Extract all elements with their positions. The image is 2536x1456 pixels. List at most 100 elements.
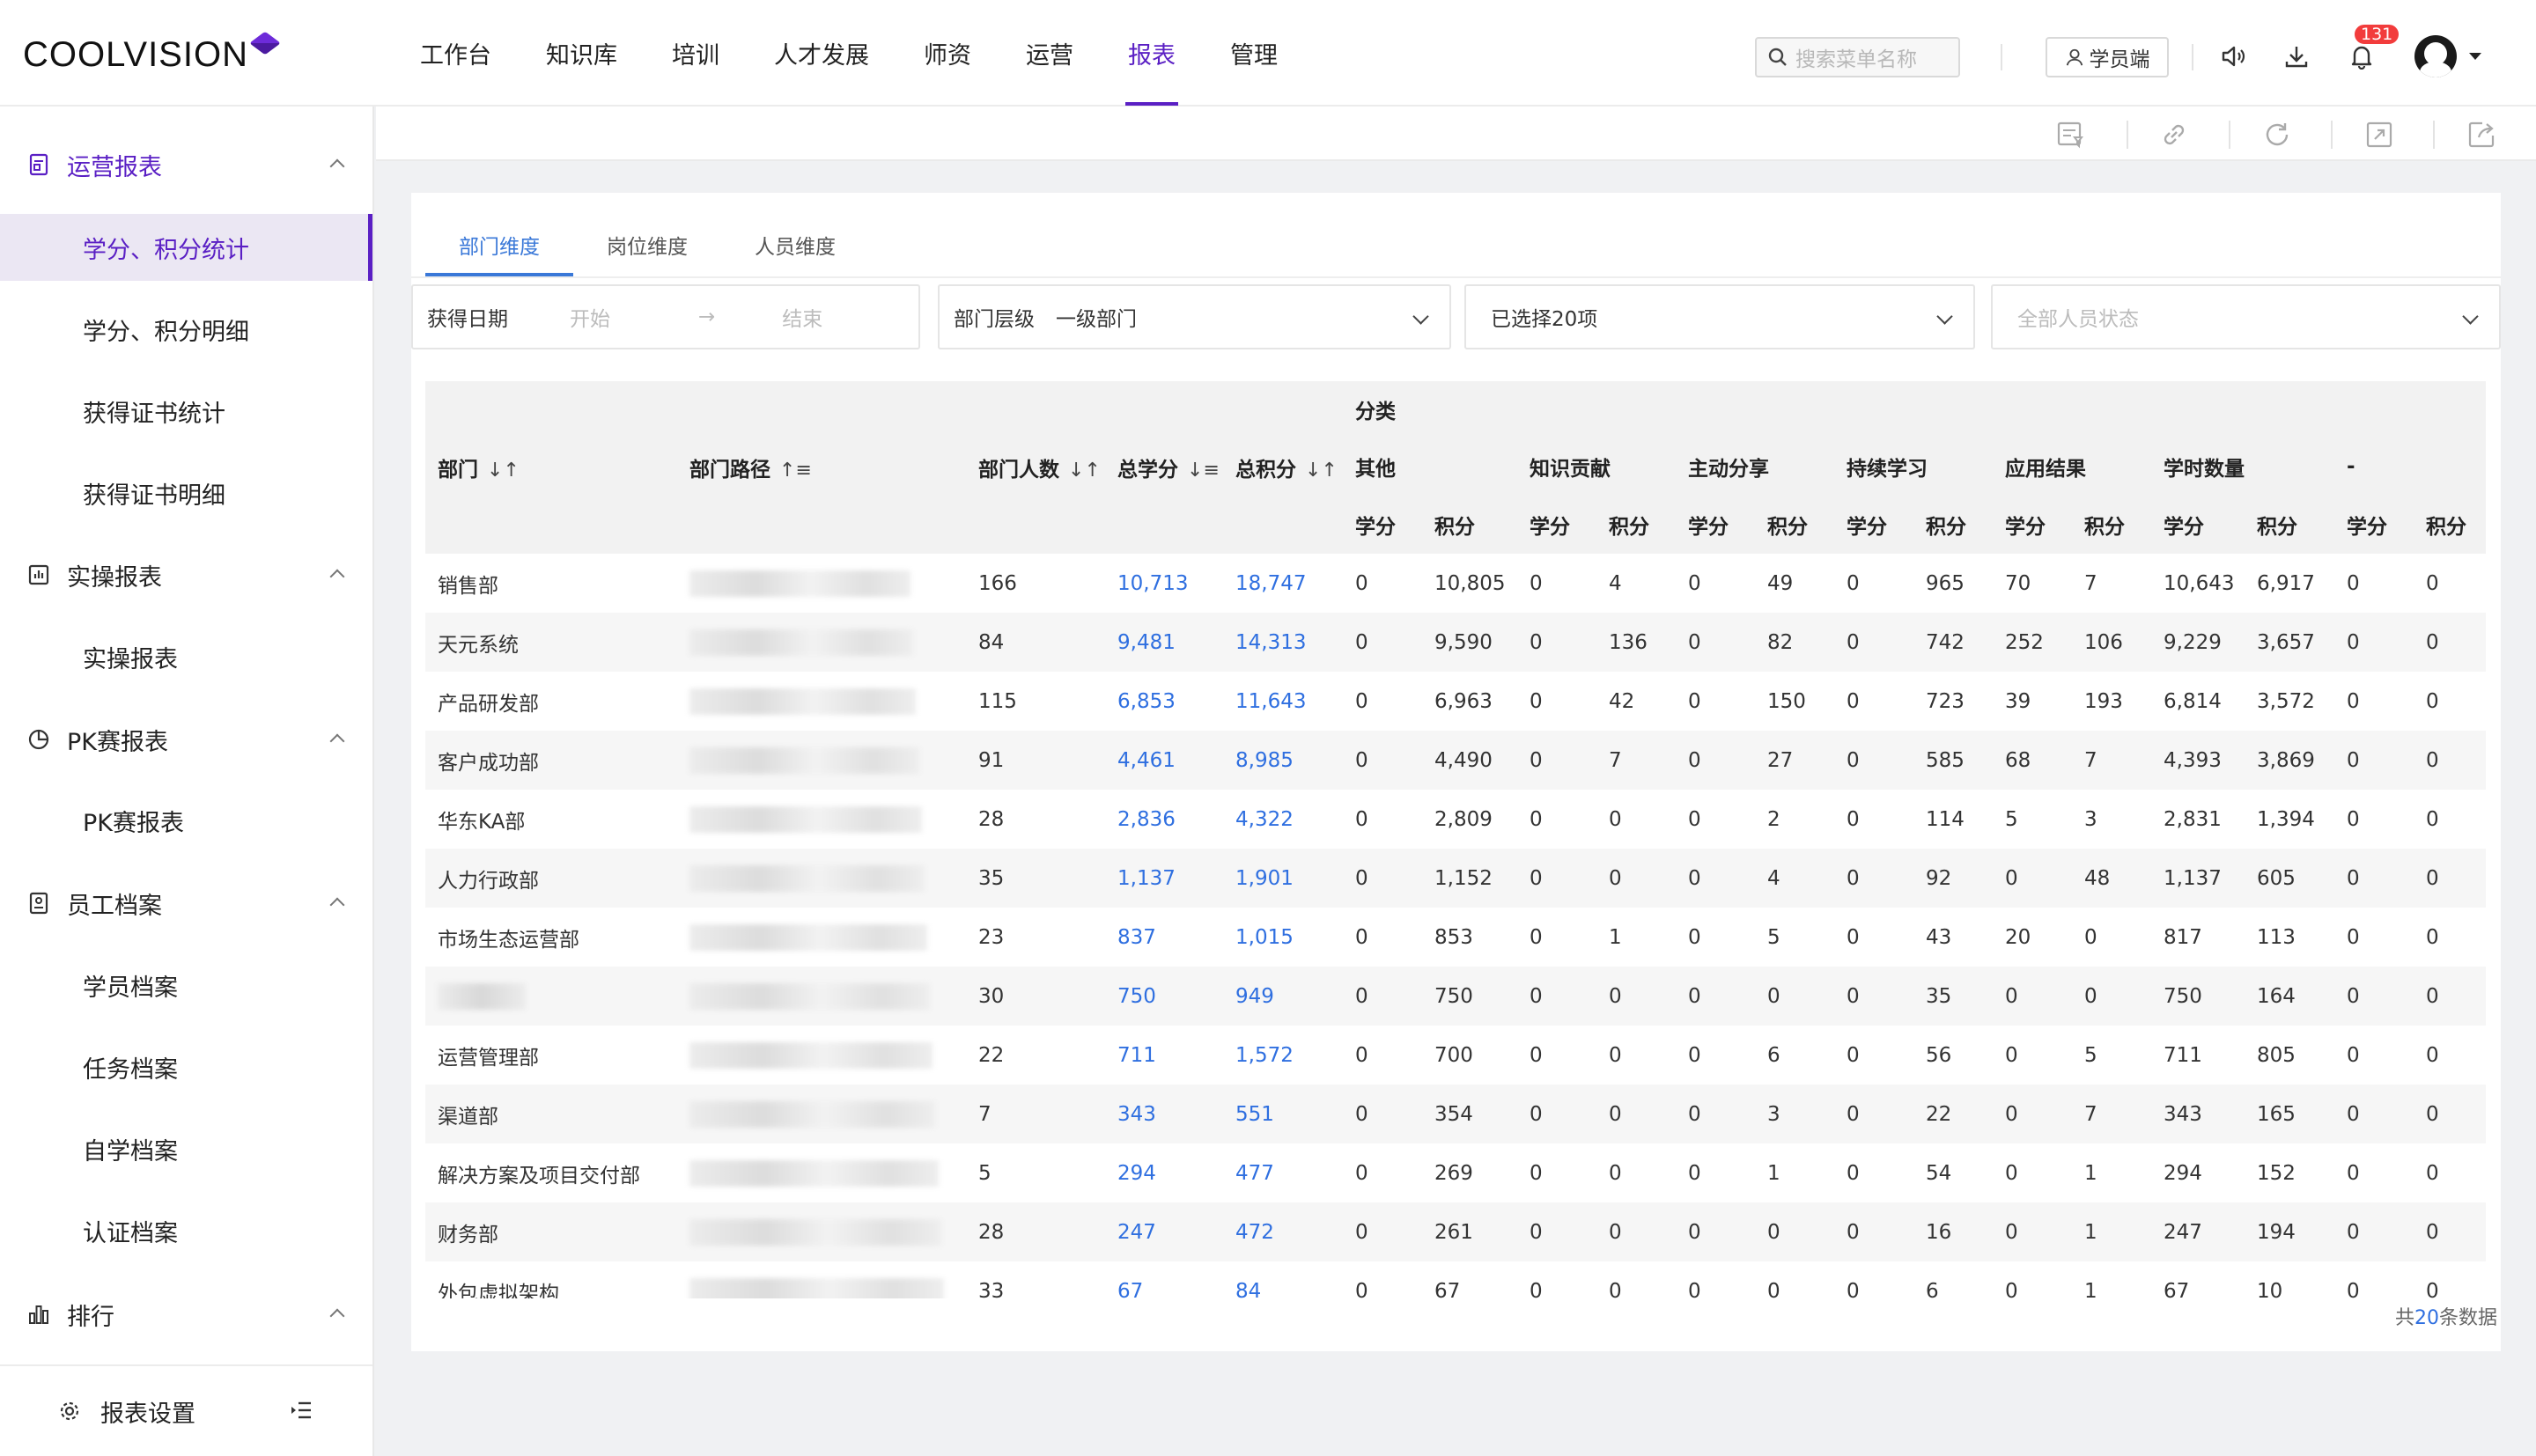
cell-total-points-link[interactable]: 551: [1223, 1085, 1343, 1143]
table-row[interactable]: 30 750 949 0 750 0 0 0 0 0 35 0 0 750 164 0 0: [425, 967, 2486, 1026]
download-icon[interactable]: [2281, 40, 2312, 72]
table-row[interactable]: 运营管理部 22 711 1,572 0 700 0 0 0 6 0 56 0 5 711 805 0 0: [425, 1026, 2486, 1085]
table-row[interactable]: 人力行政部 35 1,137 1,901 0 1,152 0 0 0 4 0 92 0 48 1,137 60…: [425, 849, 2486, 908]
cell-total-credit-link[interactable]: 247: [1105, 1202, 1223, 1261]
cell-total-points-link[interactable]: 4,322: [1223, 790, 1343, 849]
sidebar-group-ranking[interactable]: 排行: [0, 1288, 372, 1341]
tab-position[interactable]: 岗位维度: [573, 212, 721, 276]
cell-total-credit-link[interactable]: 6,853: [1105, 672, 1223, 731]
table-row[interactable]: 天元系统 84 9,481 14,313 0 9,590 0 136 0 82 0 742 252 106…: [425, 613, 2486, 672]
sidebar-group-operations-report[interactable]: 运营报表: [0, 138, 372, 191]
col-header-department[interactable]: 部门 ↓↑: [425, 381, 677, 554]
col-header-path[interactable]: 部门路径 ↑≡: [677, 381, 966, 554]
refresh-icon[interactable]: [2261, 119, 2293, 151]
cell-total-points-link[interactable]: 14,313: [1223, 613, 1343, 672]
nav-item-workbench[interactable]: 工作台: [393, 0, 519, 106]
cell-total-credit-link[interactable]: 67: [1105, 1261, 1223, 1298]
stats-table-wrapper[interactable]: 部门 ↓↑ 部门路径 ↑≡ 部门人数 ↓↑ 总学分 ↓≡ 总积分 ↓↑ 分类 其…: [425, 381, 2486, 1298]
sort-icon[interactable]: ↑≡: [779, 460, 812, 482]
cell-total-points-link[interactable]: 8,985: [1223, 731, 1343, 790]
collapse-menu-icon[interactable]: [290, 1400, 313, 1421]
sidebar-group-pk-report[interactable]: PK赛报表: [0, 713, 372, 766]
table-row[interactable]: 华东KA部 28 2,836 4,322 0 2,809 0 0 0 2 0 114 5 3 2,831 1,…: [425, 790, 2486, 849]
nav-item-reports[interactable]: 报表: [1101, 0, 1203, 106]
cell-total-credit-link[interactable]: 343: [1105, 1085, 1223, 1143]
cell-total-points-link[interactable]: 477: [1223, 1143, 1343, 1202]
sidebar-group-employee-archive[interactable]: 员工档案: [0, 877, 372, 930]
student-portal-button[interactable]: 学员端: [2046, 37, 2169, 77]
avatar[interactable]: [2414, 35, 2457, 77]
sidebar-item-credit-stats[interactable]: 学分、积分统计: [0, 214, 372, 281]
cell-total-credit-link[interactable]: 1,137: [1105, 849, 1223, 908]
table-row[interactable]: 客户成功部 91 4,461 8,985 0 4,490 0 7 0 27 0 585 68 7 4,393…: [425, 731, 2486, 790]
report-settings-button[interactable]: 报表设置: [0, 1364, 372, 1456]
nav-item-talent[interactable]: 人才发展: [747, 0, 896, 106]
col-header-credit[interactable]: 总学分 ↓≡: [1105, 381, 1223, 554]
date-range-filter[interactable]: 获得日期 开始 → 结束: [411, 284, 920, 349]
col-header-sub-credit: 学分: [1517, 496, 1596, 554]
sidebar-item-selfstudy-archive[interactable]: 自学档案: [0, 1115, 372, 1182]
fullscreen-icon[interactable]: [2363, 119, 2395, 151]
sidebar-item-cert-stats[interactable]: 获得证书统计: [0, 378, 372, 445]
col-header-count[interactable]: 部门人数 ↓↑: [966, 381, 1105, 554]
sort-icon[interactable]: ↓↑: [1305, 460, 1338, 482]
nav-item-admin[interactable]: 管理: [1203, 0, 1305, 106]
table-row[interactable]: 解决方案及项目交付部 5 294 477 0 269 0 0 0 1 0 54 0 1 294 152 0 0: [425, 1143, 2486, 1202]
cell-department: 天元系统: [425, 613, 677, 672]
link-icon[interactable]: [2158, 119, 2190, 151]
cell-total-credit-link[interactable]: 711: [1105, 1026, 1223, 1085]
cell-total-points-link[interactable]: 472: [1223, 1202, 1343, 1261]
department-select[interactable]: 已选择20项: [1464, 284, 1975, 349]
tab-person[interactable]: 人员维度: [721, 212, 869, 276]
speaker-icon[interactable]: [2217, 40, 2249, 72]
cell-total-credit-link[interactable]: 837: [1105, 908, 1223, 967]
chevron-down-icon[interactable]: [2469, 53, 2481, 60]
cell-total-points-link[interactable]: 1,901: [1223, 849, 1343, 908]
nav-item-training[interactable]: 培训: [645, 0, 747, 106]
table-row[interactable]: 渠道部 7 343 551 0 354 0 0 0 3 0 22 0 7 343 165 0 0: [425, 1085, 2486, 1143]
sidebar-group-practice-report[interactable]: 实操报表: [0, 548, 372, 601]
table-row[interactable]: 财务部 28 247 472 0 261 0 0 0 0 0 16 0 1 247 194 0 0: [425, 1202, 2486, 1261]
filter-settings-icon[interactable]: [2054, 119, 2086, 151]
cell-total-points-link[interactable]: 1,572: [1223, 1026, 1343, 1085]
cell-total-credit-link[interactable]: 294: [1105, 1143, 1223, 1202]
nav-item-teachers[interactable]: 师资: [896, 0, 999, 106]
table-row[interactable]: 产品研发部 115 6,853 11,643 0 6,963 0 42 0 150 0 723 39 19…: [425, 672, 2486, 731]
cell-total-points-link[interactable]: 11,643: [1223, 672, 1343, 731]
table-row[interactable]: 外包虚拟架构 33 67 84 0 67 0 0 0 0 0 6 0 1 67 10 0 0: [425, 1261, 2486, 1298]
sidebar-item-pk-report[interactable]: PK赛报表: [0, 787, 372, 854]
menu-search-input[interactable]: 搜索菜单名称: [1755, 37, 1960, 77]
cell-value: 605: [2245, 849, 2334, 908]
cell-total-credit-link[interactable]: 750: [1105, 967, 1223, 1026]
cell-total-credit-link[interactable]: 4,461: [1105, 731, 1223, 790]
date-start-input[interactable]: 开始: [570, 302, 610, 332]
table-row[interactable]: 市场生态运营部 23 837 1,015 0 853 0 1 0 5 0 43 20 0 817 113 0 0: [425, 908, 2486, 967]
nav-item-knowledge[interactable]: 知识库: [519, 0, 645, 106]
cell-total-credit-link[interactable]: 10,713: [1105, 554, 1223, 613]
sidebar-item-practice-report[interactable]: 实操报表: [0, 623, 372, 690]
sidebar-item-credit-detail[interactable]: 学分、积分明细: [0, 296, 372, 363]
sort-icon[interactable]: ↓↑: [1068, 460, 1101, 482]
cell-total-points-link[interactable]: 1,015: [1223, 908, 1343, 967]
nav-item-operations[interactable]: 运营: [999, 0, 1101, 106]
cell-total-points-link[interactable]: 18,747: [1223, 554, 1343, 613]
sidebar-item-cert-detail[interactable]: 获得证书明细: [0, 460, 372, 526]
sort-icon[interactable]: ↓↑: [487, 460, 520, 482]
sidebar-item-student-archive[interactable]: 学员档案: [0, 952, 372, 1018]
table-row[interactable]: 销售部 166 10,713 18,747 0 10,805 0 4 0 49 0 965 70 7 10,…: [425, 554, 2486, 613]
logo[interactable]: COOLVISION: [23, 31, 281, 76]
cell-total-points-link[interactable]: 84: [1223, 1261, 1343, 1298]
cell-total-points-link[interactable]: 949: [1223, 967, 1343, 1026]
share-icon[interactable]: [2466, 119, 2497, 151]
person-status-select[interactable]: 全部人员状态: [1991, 284, 2501, 349]
department-level-select[interactable]: 部门层级 一级部门: [938, 284, 1451, 349]
tab-department[interactable]: 部门维度: [425, 212, 573, 276]
date-end-input[interactable]: 结束: [782, 302, 822, 332]
cell-total-credit-link[interactable]: 9,481: [1105, 613, 1223, 672]
cell-value: 68: [1993, 731, 2072, 790]
cell-total-credit-link[interactable]: 2,836: [1105, 790, 1223, 849]
sort-icon[interactable]: ↓≡: [1187, 460, 1220, 482]
sidebar-item-task-archive[interactable]: 任务档案: [0, 1033, 372, 1100]
col-header-points[interactable]: 总积分 ↓↑: [1223, 381, 1343, 554]
sidebar-item-cert-archive[interactable]: 认证档案: [0, 1197, 372, 1264]
